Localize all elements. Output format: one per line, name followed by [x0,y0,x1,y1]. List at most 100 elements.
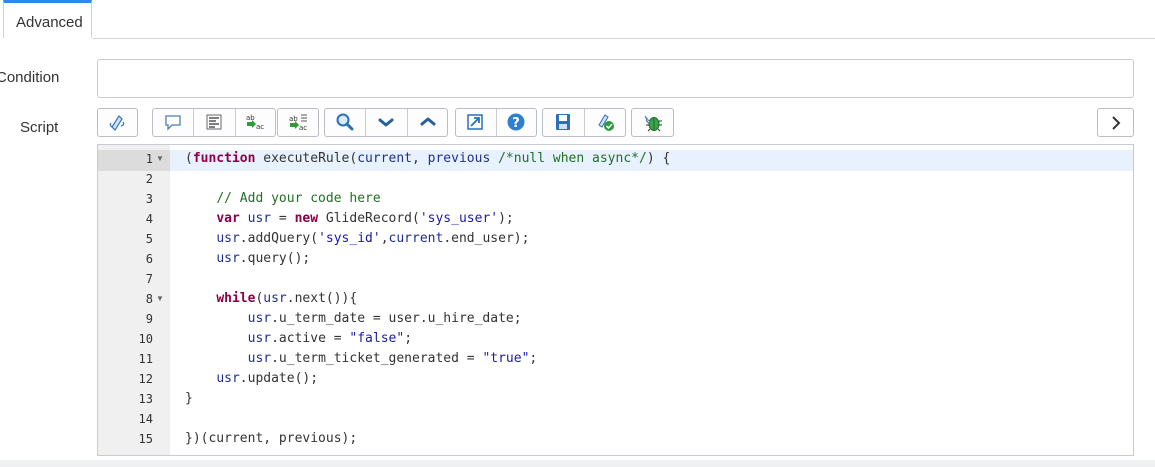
code-line[interactable]: 6 usr.query(); [98,250,1133,270]
replace-all-icon: ab ac [289,114,307,132]
search-next-button[interactable] [365,108,407,137]
search-icon [336,113,354,131]
code-line[interactable]: 5 usr.addQuery('sys_id',current.end_user… [98,230,1133,250]
fullscreen-button[interactable] [455,108,496,137]
page-footer-band [0,460,1155,467]
script-check-button[interactable] [584,108,626,137]
replace-icon: ab ac [246,114,264,131]
debug-button[interactable] [631,108,674,137]
code-token: .u_term_ticket_generated = [271,351,483,366]
format-button-group: ab ac [152,108,276,137]
fold-arrow-icon[interactable]: ▼ [156,154,164,163]
format-code-button[interactable] [193,108,235,137]
svg-text:ac: ac [299,124,307,132]
code-text: usr.addQuery('sys_id',current.end_user); [185,231,529,246]
tab-advanced[interactable]: Advanced [3,0,92,38]
line-number: 4 [145,212,153,226]
code-text: })(current, previous); [185,431,357,446]
line-number: 1 [145,152,153,166]
condition-label: Condition [0,69,60,86]
line-number: 15 [138,432,153,446]
code-token: , [412,151,428,166]
code-text: while(usr.next()){ [185,291,357,306]
script-editor[interactable]: 1 ▼ (function executeRule(current, previou… [97,144,1134,456]
code-token: /*null when async*/ [498,151,647,166]
line-number: 6 [145,252,153,266]
code-token: while [216,291,256,306]
svg-text:ac: ac [256,123,264,131]
code-token: .query(); [239,251,311,266]
code-token: .end_user); [443,231,530,246]
replace-all-button[interactable]: ab ac [277,108,319,137]
code-token: })(current, previous); [185,431,358,446]
code-token: usr [247,331,272,346]
code-token: usr [247,351,272,366]
code-token: .active = [271,331,350,346]
debug-icon [644,115,662,132]
code-token: 'sys_id' [318,231,381,246]
comment-icon [165,115,181,131]
line-number: 13 [138,392,153,406]
expand-toolbar-button[interactable] [1097,108,1134,137]
code-token: .next()){ [286,291,358,306]
help-icon: ? [507,113,525,131]
code-token: function [192,151,256,166]
tab-divider [93,38,1155,39]
line-number: 5 [145,232,153,246]
line-number: 2 [145,172,153,186]
code-line[interactable]: 2 [98,170,1133,190]
svg-text:?: ? [512,116,520,131]
search-previous-button[interactable] [407,108,449,137]
code-line[interactable]: 13} [98,390,1133,410]
code-text: usr.active = "false"; [185,331,412,346]
search-button[interactable] [324,108,366,137]
code-line[interactable]: 10 usr.active = "false"; [98,330,1133,350]
code-text: // Add your code here [185,191,380,206]
code-text: usr.u_term_ticket_generated = "true"; [185,351,538,366]
fullscreen-icon [467,114,483,130]
help-button[interactable]: ? [496,108,537,137]
chevron-right-icon [1112,116,1121,130]
replace-button[interactable]: ab ac [235,108,277,137]
code-line[interactable]: 8 ▼ while(usr.next()){ [98,290,1133,310]
tab-bar: Advanced [0,0,1155,39]
code-token: var [216,211,240,226]
code-token: executeRule( [255,151,358,166]
code-line[interactable]: 4 var usr = new GlideRecord('sys_user'); [98,210,1133,230]
save-button[interactable] [542,108,584,137]
save-icon [556,114,570,130]
code-token: 'sys_user' [419,211,499,226]
code-line[interactable]: 3 // Add your code here [98,190,1133,210]
code-text: usr.u_term_date = user.u_hire_date; [185,311,522,326]
view-button-group: ? [455,108,537,137]
toggle-syntax-icon [109,115,125,131]
format-icon [206,114,222,130]
code-line[interactable]: 11 usr.u_term_ticket_generated = "true"; [98,350,1133,370]
tab-advanced-label: Advanced [16,14,83,31]
code-line[interactable]: 9 usr.u_term_date = user.u_hire_date; [98,310,1133,330]
fold-arrow-icon[interactable]: ▼ [156,294,164,303]
condition-input[interactable] [97,59,1134,98]
code-line[interactable]: 15 })(current, previous); [98,430,1133,450]
code-token: ( [185,151,193,166]
code-text: } [185,391,193,406]
code-line[interactable]: 12 usr.update(); [98,370,1133,390]
code-line[interactable]: 7 [98,270,1133,290]
line-number: 7 [145,272,153,286]
code-token: usr [216,371,240,386]
toggle-syntax-button[interactable] [97,108,138,137]
code-line[interactable]: 1 ▼ (function executeRule(current, previou… [98,150,1133,170]
code-token: ) { [646,151,671,166]
code-token: ; [404,331,413,346]
code-token: "true" [482,351,530,366]
code-line[interactable]: 14 [98,410,1133,430]
code-text: (function executeRule(current, previous … [185,151,670,166]
line-number: 11 [138,352,153,366]
comment-button[interactable] [152,108,194,137]
